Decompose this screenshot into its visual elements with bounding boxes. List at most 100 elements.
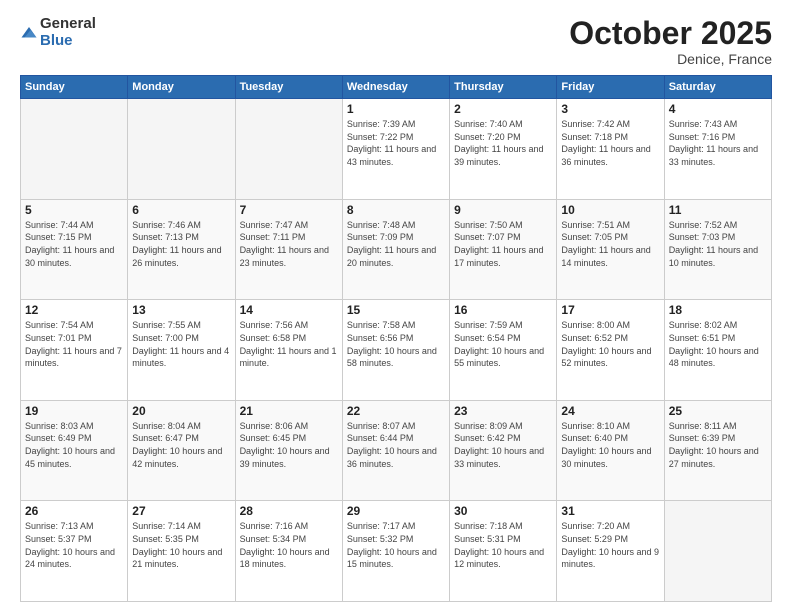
day-cell-25: 25 Sunrise: 8:11 AM Sunset: 6:39 PM Dayli… (664, 400, 771, 501)
day-number: 23 (454, 404, 552, 418)
day-cell-7: 7Sunrise: 7:47 AM Sunset: 7:11 PM Daylig… (235, 199, 342, 300)
day-number: 24 (561, 404, 659, 418)
day-info: Sunrise: 7:58 AM Sunset: 6:56 PM Dayligh… (347, 319, 445, 369)
day-cell-20: 20 Sunrise: 8:04 AM Sunset: 6:47 PM Dayli… (128, 400, 235, 501)
day-number: 1 (347, 102, 445, 116)
day-cell-10: 10 Sunrise: 7:51 AM Sunset: 7:05 PM Dayli… (557, 199, 664, 300)
day-cell-27: 27 Sunrise: 7:14 AM Sunset: 5:35 PM Dayli… (128, 501, 235, 602)
day-number: 10 (561, 203, 659, 217)
logo-blue-text: Blue (40, 33, 96, 50)
col-header-wednesday: Wednesday (342, 76, 449, 99)
day-cell-3: 3Sunrise: 7:42 AM Sunset: 7:18 PM Daylig… (557, 99, 664, 200)
day-info: Sunrise: 7:40 AM Sunset: 7:20 PM Dayligh… (454, 118, 552, 168)
calendar-header-row: SundayMondayTuesdayWednesdayThursdayFrid… (21, 76, 772, 99)
month-title: October 2025 (569, 16, 772, 51)
day-info: Sunrise: 7:18 AM Sunset: 5:31 PM Dayligh… (454, 520, 552, 570)
col-header-thursday: Thursday (450, 76, 557, 99)
day-info: Sunrise: 8:10 AM Sunset: 6:40 PM Dayligh… (561, 420, 659, 470)
day-info: Sunrise: 7:46 AM Sunset: 7:13 PM Dayligh… (132, 219, 230, 269)
day-number: 27 (132, 504, 230, 518)
day-number: 16 (454, 303, 552, 317)
day-number: 29 (347, 504, 445, 518)
day-cell-8: 8Sunrise: 7:48 AM Sunset: 7:09 PM Daylig… (342, 199, 449, 300)
day-number: 20 (132, 404, 230, 418)
day-number: 15 (347, 303, 445, 317)
day-number: 9 (454, 203, 552, 217)
day-info: Sunrise: 7:47 AM Sunset: 7:11 PM Dayligh… (240, 219, 338, 269)
title-block: October 2025 Denice, France (569, 16, 772, 67)
day-info: Sunrise: 8:04 AM Sunset: 6:47 PM Dayligh… (132, 420, 230, 470)
day-number: 17 (561, 303, 659, 317)
day-info: Sunrise: 7:14 AM Sunset: 5:35 PM Dayligh… (132, 520, 230, 570)
day-info: Sunrise: 8:00 AM Sunset: 6:52 PM Dayligh… (561, 319, 659, 369)
day-info: Sunrise: 7:44 AM Sunset: 7:15 PM Dayligh… (25, 219, 123, 269)
col-header-monday: Monday (128, 76, 235, 99)
day-number: 22 (347, 404, 445, 418)
logo-general: General (40, 16, 96, 33)
day-cell-2: 2 Sunrise: 7:40 AM Sunset: 7:20 PM Daylig… (450, 99, 557, 200)
day-number: 21 (240, 404, 338, 418)
day-cell-17: 17 Sunrise: 8:00 AM Sunset: 6:52 PM Dayli… (557, 300, 664, 401)
calendar-table: SundayMondayTuesdayWednesdayThursdayFrid… (20, 75, 772, 602)
day-number: 6 (132, 203, 230, 217)
day-number: 11 (669, 203, 767, 217)
day-number: 26 (25, 504, 123, 518)
logo: General Blue (20, 16, 96, 49)
day-number: 5 (25, 203, 123, 217)
day-cell-22: 22Sunrise: 8:07 AM Sunset: 6:44 PM Dayli… (342, 400, 449, 501)
day-number: 13 (132, 303, 230, 317)
day-cell-21: 21 Sunrise: 8:06 AM Sunset: 6:45 PM Dayli… (235, 400, 342, 501)
day-cell-4: 4Sunrise: 7:43 AM Sunset: 7:16 PM Daylig… (664, 99, 771, 200)
day-cell-31: 31 Sunrise: 7:20 AM Sunset: 5:29 PM Dayli… (557, 501, 664, 602)
logo-text: General Blue (40, 16, 96, 49)
logo-icon (20, 24, 38, 42)
day-info: Sunrise: 7:52 AM Sunset: 7:03 PM Dayligh… (669, 219, 767, 269)
day-cell-6: 6 Sunrise: 7:46 AM Sunset: 7:13 PM Daylig… (128, 199, 235, 300)
day-cell-9: 9 Sunrise: 7:50 AM Sunset: 7:07 PM Daylig… (450, 199, 557, 300)
day-number: 19 (25, 404, 123, 418)
day-number: 31 (561, 504, 659, 518)
day-cell-30: 30 Sunrise: 7:18 AM Sunset: 5:31 PM Dayli… (450, 501, 557, 602)
day-cell-19: 19 Sunrise: 8:03 AM Sunset: 6:49 PM Dayli… (21, 400, 128, 501)
day-info: Sunrise: 8:06 AM Sunset: 6:45 PM Dayligh… (240, 420, 338, 470)
empty-cell (235, 99, 342, 200)
day-info: Sunrise: 7:43 AM Sunset: 7:16 PM Dayligh… (669, 118, 767, 168)
day-cell-28: 28 Sunrise: 7:16 AM Sunset: 5:34 PM Dayli… (235, 501, 342, 602)
day-info: Sunrise: 7:42 AM Sunset: 7:18 PM Dayligh… (561, 118, 659, 168)
day-number: 12 (25, 303, 123, 317)
calendar-week-1: 5 Sunrise: 7:44 AM Sunset: 7:15 PM Daylig… (21, 199, 772, 300)
day-info: Sunrise: 7:39 AM Sunset: 7:22 PM Dayligh… (347, 118, 445, 168)
empty-cell (21, 99, 128, 200)
day-cell-29: 29 Sunrise: 7:17 AM Sunset: 5:32 PM Dayli… (342, 501, 449, 602)
day-info: Sunrise: 7:51 AM Sunset: 7:05 PM Dayligh… (561, 219, 659, 269)
day-info: Sunrise: 8:11 AM Sunset: 6:39 PM Dayligh… (669, 420, 767, 470)
day-cell-24: 24 Sunrise: 8:10 AM Sunset: 6:40 PM Dayli… (557, 400, 664, 501)
day-cell-15: 15 Sunrise: 7:58 AM Sunset: 6:56 PM Dayli… (342, 300, 449, 401)
day-info: Sunrise: 7:54 AM Sunset: 7:01 PM Dayligh… (25, 319, 123, 369)
day-info: Sunrise: 7:50 AM Sunset: 7:07 PM Dayligh… (454, 219, 552, 269)
day-info: Sunrise: 8:03 AM Sunset: 6:49 PM Dayligh… (25, 420, 123, 470)
day-number: 14 (240, 303, 338, 317)
day-cell-14: 14Sunrise: 7:56 AM Sunset: 6:58 PM Dayli… (235, 300, 342, 401)
day-cell-18: 18Sunrise: 8:02 AM Sunset: 6:51 PM Dayli… (664, 300, 771, 401)
day-cell-1: 1 Sunrise: 7:39 AM Sunset: 7:22 PM Daylig… (342, 99, 449, 200)
day-number: 25 (669, 404, 767, 418)
day-number: 18 (669, 303, 767, 317)
day-cell-23: 23 Sunrise: 8:09 AM Sunset: 6:42 PM Dayli… (450, 400, 557, 501)
calendar-week-4: 26Sunrise: 7:13 AM Sunset: 5:37 PM Dayli… (21, 501, 772, 602)
day-number: 8 (347, 203, 445, 217)
empty-cell (664, 501, 771, 602)
calendar-week-0: 1 Sunrise: 7:39 AM Sunset: 7:22 PM Daylig… (21, 99, 772, 200)
day-number: 28 (240, 504, 338, 518)
page: General Blue October 2025 Denice, France… (0, 0, 792, 612)
day-info: Sunrise: 7:20 AM Sunset: 5:29 PM Dayligh… (561, 520, 659, 570)
day-info: Sunrise: 7:16 AM Sunset: 5:34 PM Dayligh… (240, 520, 338, 570)
day-info: Sunrise: 7:17 AM Sunset: 5:32 PM Dayligh… (347, 520, 445, 570)
col-header-sunday: Sunday (21, 76, 128, 99)
day-cell-13: 13Sunrise: 7:55 AM Sunset: 7:00 PM Dayli… (128, 300, 235, 401)
day-info: Sunrise: 8:09 AM Sunset: 6:42 PM Dayligh… (454, 420, 552, 470)
day-cell-5: 5 Sunrise: 7:44 AM Sunset: 7:15 PM Daylig… (21, 199, 128, 300)
day-number: 30 (454, 504, 552, 518)
day-number: 2 (454, 102, 552, 116)
day-cell-26: 26Sunrise: 7:13 AM Sunset: 5:37 PM Dayli… (21, 501, 128, 602)
